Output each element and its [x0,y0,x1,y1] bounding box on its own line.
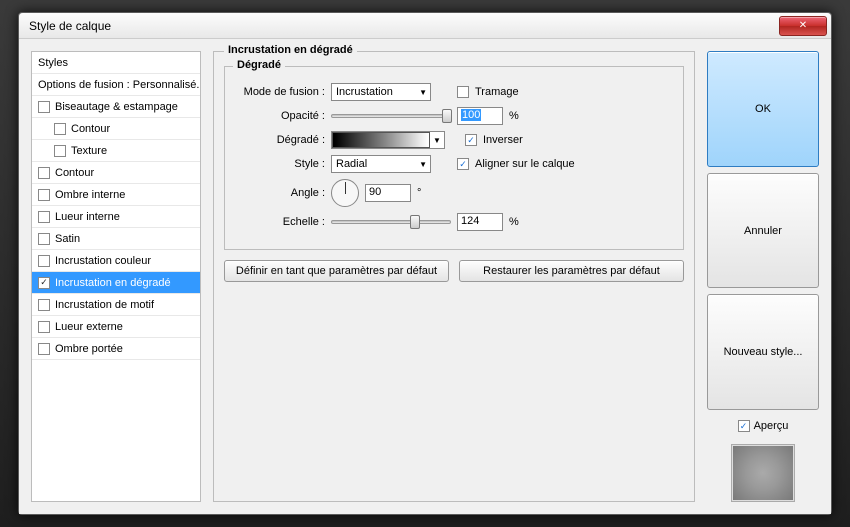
reverse-label: Inverser [483,134,523,146]
gradient-group: Dégradé Mode de fusion : Incrustation ▼ … [224,66,684,250]
style-item-label: Lueur interne [55,211,120,223]
gradient-picker[interactable]: ▼ [331,131,445,149]
preview-label: Aperçu [754,420,789,432]
style-item-drop-shadow[interactable]: Ombre portée [32,338,200,360]
opacity-label: Opacité : [235,110,325,122]
titlebar[interactable]: Style de calque ✕ [19,13,831,39]
new-style-button[interactable]: Nouveau style... [707,294,819,410]
blend-mode-select[interactable]: Incrustation ▼ [331,83,431,101]
checkbox-icon[interactable] [38,321,50,333]
style-item-pattern-overlay[interactable]: Incrustation de motif [32,294,200,316]
scale-unit: % [509,216,519,228]
style-item-label: Ombre portée [55,343,123,355]
cancel-button[interactable]: Annuler [707,173,819,289]
angle-label: Angle : [235,187,325,199]
dither-checkbox[interactable] [457,86,469,98]
style-item-inner-glow[interactable]: Lueur interne [32,206,200,228]
checkbox-icon[interactable] [38,211,50,223]
group-title: Dégradé [233,59,285,71]
style-item-satin[interactable]: Satin [32,228,200,250]
style-label: Style : [235,158,325,170]
chevron-down-icon: ▼ [430,136,444,145]
blend-mode-label: Mode de fusion : [235,86,325,98]
dialog-actions: OK Annuler Nouveau style... Aperçu [707,51,819,502]
checkbox-icon[interactable] [38,101,50,113]
scale-label: Echelle : [235,216,325,228]
style-item-bevel[interactable]: Biseautage & estampage [32,96,200,118]
dither-label: Tramage [475,86,519,98]
styles-header[interactable]: Styles [32,52,200,74]
style-item-outer-glow[interactable]: Lueur externe [32,316,200,338]
style-item-label: Biseautage & estampage [55,101,178,113]
checkbox-icon[interactable] [38,277,50,289]
close-icon: ✕ [799,20,807,31]
checkbox-icon[interactable] [38,255,50,267]
opacity-unit: % [509,110,519,122]
checkbox-icon[interactable] [38,343,50,355]
chevron-down-icon: ▼ [419,88,427,97]
checkbox-icon[interactable] [54,123,66,135]
checkbox-icon[interactable] [54,145,66,157]
style-item-label: Incrustation couleur [55,255,151,267]
preview-checkbox[interactable] [738,420,750,432]
style-item-bevel-texture[interactable]: Texture [32,140,200,162]
style-item-stroke[interactable]: Contour [32,162,200,184]
checkbox-icon[interactable] [38,299,50,311]
angle-unit: ° [417,187,421,199]
panel-title: Incrustation en dégradé [224,44,357,56]
scale-input[interactable]: 124 [457,213,503,231]
angle-input[interactable]: 90 [365,184,411,202]
align-checkbox[interactable] [457,158,469,170]
style-item-label: Incrustation en dégradé [55,277,171,289]
chevron-down-icon: ▼ [419,160,427,169]
preview-thumbnail [731,444,795,502]
angle-dial[interactable] [331,179,359,207]
style-item-label: Lueur externe [55,321,123,333]
gradient-overlay-panel: Incrustation en dégradé Dégradé Mode de … [213,51,695,502]
style-item-label: Satin [55,233,80,245]
style-select[interactable]: Radial ▼ [331,155,431,173]
blending-options-row[interactable]: Options de fusion : Personnalisé... [32,74,200,96]
checkbox-icon[interactable] [38,189,50,201]
checkbox-icon[interactable] [38,233,50,245]
style-item-bevel-contour[interactable]: Contour [32,118,200,140]
style-item-label: Ombre interne [55,189,125,201]
style-item-label: Incrustation de motif [55,299,154,311]
style-item-label: Contour [55,167,94,179]
layer-style-dialog: Style de calque ✕ Styles Options de fusi… [18,12,832,515]
reset-default-button[interactable]: Restaurer les paramètres par défaut [459,260,684,282]
style-item-inner-shadow[interactable]: Ombre interne [32,184,200,206]
scale-slider[interactable] [331,220,451,224]
checkbox-icon[interactable] [38,167,50,179]
make-default-button[interactable]: Définir en tant que paramètres par défau… [224,260,449,282]
gradient-swatch [332,132,430,148]
opacity-slider[interactable] [331,114,451,118]
window-title: Style de calque [29,19,779,33]
align-label: Aligner sur le calque [475,158,575,170]
styles-list: Styles Options de fusion : Personnalisé.… [31,51,201,502]
style-value: Radial [336,158,367,170]
style-item-color-overlay[interactable]: Incrustation couleur [32,250,200,272]
style-item-label: Texture [71,145,107,157]
close-button[interactable]: ✕ [779,16,827,36]
reverse-checkbox[interactable] [465,134,477,146]
opacity-input[interactable]: 100 [457,107,503,125]
blend-mode-value: Incrustation [336,86,393,98]
style-item-label: Contour [71,123,110,135]
ok-button[interactable]: OK [707,51,819,167]
style-item-gradient-overlay[interactable]: Incrustation en dégradé [32,272,200,294]
gradient-label: Dégradé : [235,134,325,146]
